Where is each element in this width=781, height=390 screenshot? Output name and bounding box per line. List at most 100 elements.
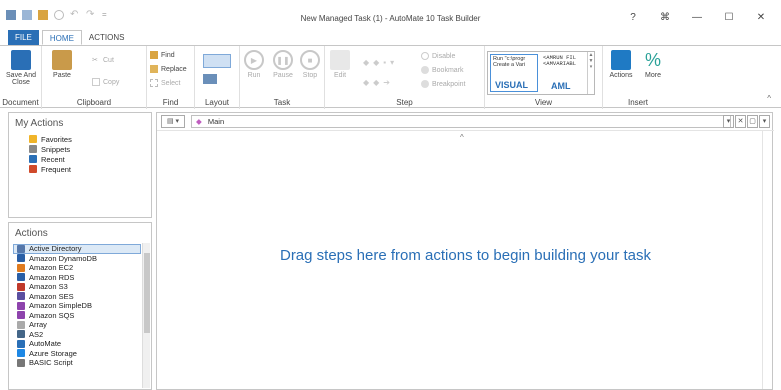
group-step: Edit ◆◆▪▾ ◆◆➔ Disable Bookmark Breakpoin… [325, 46, 485, 109]
my-actions-item-snippets[interactable]: Snippets [9, 144, 151, 154]
more-button[interactable]: % More [639, 50, 667, 79]
list-item-label: Array [29, 320, 47, 330]
pause-icon: ❚❚ [273, 50, 293, 70]
action-category-item[interactable]: Active Directory [13, 244, 141, 254]
save-and-close-button[interactable]: Save And Close [4, 50, 38, 86]
document-tab-main[interactable]: ◆ Main [191, 115, 731, 128]
list-item-label: Favorites [41, 134, 72, 144]
recent-icon [29, 155, 37, 163]
menu-icon[interactable]: ▾ [759, 115, 770, 128]
collapse-ribbon-icon[interactable]: ^ [767, 94, 771, 103]
actions-pane: Actions Active Directory Amazon DynamoDB A… [8, 222, 152, 390]
restore-icon[interactable]: ▢ [747, 115, 758, 128]
disable-button[interactable]: Disable [421, 52, 455, 60]
help-button[interactable]: ? [627, 12, 639, 23]
cut-button[interactable]: ✂ Cut [92, 56, 114, 65]
actions-button[interactable]: Actions [605, 50, 637, 79]
my-actions-item-favorites[interactable]: Favorites [9, 134, 151, 144]
list-item-label: Amazon SES [29, 291, 74, 301]
tab-file[interactable]: FILE [8, 30, 39, 45]
ribbon: Save And Close Document Paste ✂ Cut Copy… [0, 45, 781, 109]
breakpoint-button[interactable]: Breakpoint [421, 80, 465, 88]
tab-home[interactable]: HOME [41, 30, 82, 45]
action-category-item[interactable]: Amazon RDS [9, 273, 151, 283]
run-button[interactable]: ▶ Run [242, 50, 266, 79]
edit-button[interactable]: Edit [329, 50, 351, 79]
action-category-item[interactable]: Amazon SQS [9, 311, 151, 321]
bookmark-button[interactable]: Bookmark [421, 66, 464, 74]
my-actions-item-recent[interactable]: Recent [9, 154, 151, 164]
ribbon-display-button[interactable]: ⌘ [659, 12, 671, 23]
group-label-insert: Insert [627, 98, 648, 107]
step-move-arrows[interactable]: ◆◆▪▾ [363, 58, 398, 67]
list-item-label: AS2 [29, 329, 44, 339]
edit-icon [330, 50, 350, 70]
action-category-icon [17, 263, 25, 272]
list-item-label: Amazon DynamoDB [29, 253, 97, 263]
my-actions-item-frequent[interactable]: Frequent [9, 164, 151, 174]
paste-button[interactable]: Paste [48, 50, 76, 79]
group-label-view: View [534, 98, 553, 107]
workspace-controls: ▾ ✕ ▢ ▾ [723, 115, 770, 128]
close-tab-icon[interactable]: ✕ [735, 115, 746, 128]
frequent-icon [29, 165, 37, 173]
actions-title: Actions [15, 228, 48, 239]
bookmark-icon [421, 66, 429, 74]
action-category-item[interactable]: AS2 [9, 330, 151, 340]
scroll-thumb[interactable] [144, 253, 150, 333]
action-category-icon [17, 358, 25, 367]
action-category-item[interactable]: Azure Storage [9, 349, 151, 359]
layout-grid-button[interactable] [203, 74, 217, 84]
snippets-icon [29, 145, 37, 153]
group-clipboard: Paste ✂ Cut Copy Clipboard [42, 46, 147, 109]
empty-task-hint: Drag steps here from actions to begin bu… [279, 247, 652, 264]
tab-actions[interactable]: ACTIONS [82, 30, 132, 45]
layout-list-button[interactable] [203, 54, 231, 68]
action-category-item[interactable]: Array [9, 320, 151, 330]
collapse-up-icon[interactable]: ^ [460, 133, 464, 142]
view-scroll[interactable]: ▲ ▼ ▾ [587, 52, 594, 94]
step-indent-arrows[interactable]: ◆◆➔ [363, 78, 394, 87]
list-item-label: BASIC Script [29, 358, 73, 368]
action-category-item[interactable]: Amazon S3 [9, 282, 151, 292]
action-category-item[interactable]: Amazon SES [9, 292, 151, 302]
select-icon [150, 79, 158, 87]
copy-button[interactable]: Copy [92, 78, 119, 86]
play-icon: ▶ [244, 50, 264, 70]
action-category-item[interactable]: BASIC Script [9, 358, 151, 368]
action-category-icon [17, 301, 25, 310]
my-actions-title: My Actions [15, 118, 64, 129]
select-button[interactable]: Select [150, 79, 180, 87]
group-label-layout: Layout [204, 98, 230, 107]
pause-button[interactable]: ❚❚ Pause [270, 50, 296, 79]
action-category-item[interactable]: AutoMate [9, 339, 151, 349]
action-category-icon [17, 339, 25, 348]
document-selector[interactable]: ▤ ▾ [161, 115, 185, 128]
window-controls: ? ⌘ — ☐ ✕ [627, 12, 767, 23]
puzzle-icon [611, 50, 631, 70]
minimize-button[interactable]: — [691, 12, 703, 23]
action-category-item[interactable]: Amazon EC2 [9, 263, 151, 273]
close-button[interactable]: ✕ [755, 12, 767, 23]
workspace-scrollbar[interactable] [762, 131, 772, 389]
percent-icon: % [644, 50, 661, 70]
maximize-button[interactable]: ☐ [723, 12, 735, 23]
stop-button[interactable]: ■ Stop [298, 50, 322, 79]
copy-icon [92, 78, 100, 86]
aml-view-button[interactable]: <AMRUN FIL <AMVARIABL AML [541, 54, 587, 92]
group-label-find: Find [162, 98, 179, 107]
replace-button[interactable]: Replace [150, 65, 187, 73]
breakpoint-icon [421, 80, 429, 88]
workspace-toolbar: ▤ ▾ ◆ Main ▾ ✕ ▢ ▾ [157, 113, 774, 131]
dropdown-icon[interactable]: ▾ [723, 115, 734, 128]
actions-scrollbar[interactable] [142, 243, 150, 388]
action-category-item[interactable]: Amazon SimpleDB [9, 301, 151, 311]
action-category-icon [17, 320, 25, 329]
action-category-icon [17, 330, 25, 339]
find-button[interactable]: Find [150, 51, 175, 59]
scissors-icon: ✂ [92, 57, 98, 64]
action-category-item[interactable]: Amazon DynamoDB [9, 254, 151, 264]
visual-view-button[interactable]: Run "c:\progr Create a Vari VISUAL [490, 54, 538, 92]
list-item-label: Frequent [41, 164, 72, 174]
group-label-task: Task [273, 98, 291, 107]
